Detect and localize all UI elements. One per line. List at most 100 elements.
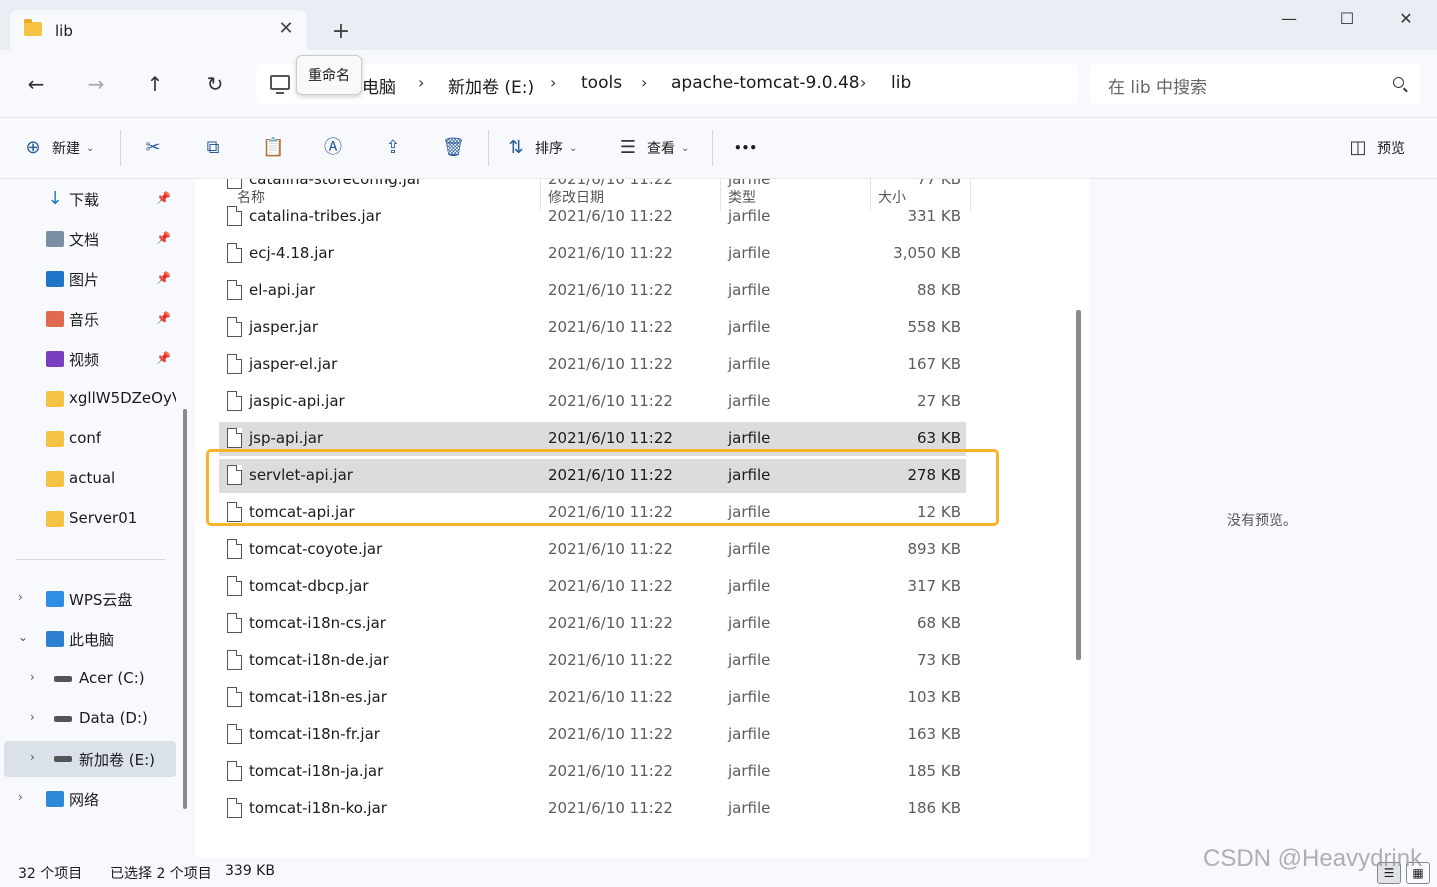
file-row[interactable]: tomcat-coyote.jar 2021/6/10 11:22 jarfile 8… (219, 533, 966, 567)
more-button[interactable]: ••• (734, 135, 757, 161)
file-type: jarfile (728, 762, 771, 780)
file-row[interactable]: servlet-api.jar 2021/6/10 11:22 jarfile 278… (219, 459, 966, 493)
file-row[interactable]: tomcat-i18n-fr.jar 2021/6/10 11:22 jarfile… (219, 718, 966, 752)
file-row[interactable]: tomcat-i18n-ja.jar 2021/6/10 11:22 jarfile… (219, 755, 966, 789)
file-row[interactable]: tomcat-dbcp.jar 2021/6/10 11:22 jarfile 317… (219, 570, 966, 604)
sidebar-item-drive-c[interactable]: › Acer (C:) (4, 661, 176, 697)
sidebar-item-server01[interactable]: Server01 (4, 501, 176, 537)
chevron-right-icon[interactable]: › (550, 73, 556, 92)
sidebar-item-actual[interactable]: actual (4, 461, 176, 497)
file-type: jarfile (728, 207, 771, 225)
search-box[interactable]: 在 lib 中搜索 (1090, 64, 1420, 104)
file-icon (227, 502, 242, 522)
file-row[interactable]: jasper-el.jar 2021/6/10 11:22 jarfile 167 K… (219, 348, 966, 382)
breadcrumb-drive-e[interactable]: 新加卷 (E:) (448, 73, 534, 98)
pin-icon[interactable]: 📌 (156, 231, 171, 245)
sidebar-item-label: xgllW5DZeOyV (69, 389, 176, 407)
file-list-scrollbar[interactable] (1076, 310, 1081, 660)
view-button[interactable]: ☰ 查看 ⌄ (617, 135, 689, 161)
chevron-down-icon[interactable]: ⌄ (18, 630, 28, 644)
cut-button[interactable]: ✂ (142, 135, 164, 161)
file-row[interactable]: jaspic-api.jar 2021/6/10 11:22 jarfile 27 K… (219, 385, 966, 419)
file-type: jarfile (728, 614, 771, 632)
back-button[interactable]: ← (20, 68, 52, 100)
file-row[interactable]: tomcat-i18n-ko.jar 2021/6/10 11:22 jarfile… (219, 792, 966, 826)
chevron-right-icon[interactable]: › (418, 73, 424, 92)
refresh-button[interactable]: ↻ (199, 68, 231, 100)
chevron-right-icon[interactable]: › (30, 670, 35, 684)
tab-lib[interactable]: lib ✕ (10, 10, 307, 50)
file-row[interactable]: tomcat-i18n-cs.jar 2021/6/10 11:22 jarfile… (219, 607, 966, 641)
file-row[interactable]: tomcat-api.jar 2021/6/10 11:22 jarfile 12 K… (219, 496, 966, 530)
sidebar-item-this-pc[interactable]: ⌄ 此电脑 (4, 621, 176, 657)
sidebar-item-drive-d[interactable]: › Data (D:) (4, 701, 176, 737)
delete-button[interactable]: 🗑 (442, 135, 465, 161)
file-row[interactable]: catalina-tribes.jar 2021/6/10 11:22 jarfil… (219, 200, 966, 234)
pin-icon[interactable]: 📌 (156, 191, 171, 205)
file-row[interactable]: el-api.jar 2021/6/10 11:22 jarfile 88 KB (219, 274, 966, 308)
sidebar-item-conf[interactable]: conf (4, 421, 176, 457)
sidebar-item-documents[interactable]: 文档 📌 (4, 221, 176, 257)
file-row[interactable]: ecj-4.18.jar 2021/6/10 11:22 jarfile 3,050 … (219, 237, 966, 271)
sidebar-item-label: 网络 (69, 791, 100, 809)
sidebar-item-label: 新加卷 (E:) (79, 751, 156, 769)
sidebar-item-drive-e[interactable]: › 新加卷 (E:) (4, 741, 176, 777)
up-button[interactable]: ↑ (139, 68, 171, 100)
tab-close-icon[interactable]: ✕ (275, 18, 297, 40)
file-date: 2021/6/10 11:22 (548, 318, 673, 336)
forward-button[interactable]: → (80, 68, 112, 100)
column-divider[interactable] (970, 179, 971, 211)
sidebar-item-xgll-folder[interactable]: xgllW5DZeOyV (4, 381, 176, 417)
rename-button[interactable]: Ⓐ (322, 135, 344, 161)
minimize-button[interactable]: — (1266, 8, 1312, 32)
selection-size: 339 KB (225, 863, 275, 879)
file-row[interactable]: tomcat-i18n-es.jar 2021/6/10 11:22 jarfile… (219, 681, 966, 715)
paste-button[interactable]: 📋 (262, 135, 284, 161)
drive-icon (54, 676, 72, 682)
sidebar-item-downloads[interactable]: ↓ 下载 📌 (4, 181, 176, 217)
sidebar-scrollbar[interactable] (183, 409, 187, 809)
file-name: tomcat-i18n-ko.jar (249, 799, 387, 817)
chevron-right-icon[interactable]: › (860, 73, 866, 92)
sidebar-item-videos[interactable]: 视频 📌 (4, 341, 176, 377)
maximize-button[interactable]: ☐ (1324, 8, 1370, 32)
chevron-right-icon[interactable]: › (18, 790, 23, 804)
new-tab-button[interactable]: + (328, 19, 354, 45)
file-name: servlet-api.jar (249, 466, 353, 484)
close-button[interactable]: ✕ (1383, 8, 1429, 32)
breadcrumb-this-pc[interactable]: 电脑 (362, 73, 396, 98)
sort-button[interactable]: ⇅ 排序 ⌄ (505, 135, 577, 161)
breadcrumb-tools[interactable]: tools (581, 73, 622, 93)
file-name: jsp-api.jar (249, 429, 324, 447)
new-button[interactable]: ⊕ 新建 ⌄ (22, 135, 94, 161)
copy-button[interactable]: ⧉ (202, 135, 224, 161)
music-icon (46, 311, 64, 327)
breadcrumb-lib[interactable]: lib (891, 73, 911, 93)
sidebar-item-music[interactable]: 音乐 📌 (4, 301, 176, 337)
file-type: jarfile (728, 577, 771, 595)
share-button[interactable]: ⇪ (382, 135, 404, 161)
chevron-right-icon[interactable]: › (30, 710, 35, 724)
pin-icon[interactable]: 📌 (156, 311, 171, 325)
search-icon[interactable] (1393, 77, 1404, 88)
chevron-right-icon[interactable]: › (641, 73, 647, 92)
pin-icon[interactable]: 📌 (156, 271, 171, 285)
sidebar-item-pictures[interactable]: 图片 📌 (4, 261, 176, 297)
chevron-right-icon[interactable]: › (30, 750, 35, 764)
chevron-right-icon[interactable]: › (18, 590, 23, 604)
download-icon: ↓ (47, 188, 63, 209)
address-bar[interactable]: 电脑 › 新加卷 (E:) › tools › apache-tomcat-9.… (256, 64, 1078, 104)
file-row[interactable]: tomcat-i18n-de.jar 2021/6/10 11:22 jarfile… (219, 644, 966, 678)
file-row[interactable]: catalina-storeconfig.jar 2021/6/10 11:22 j… (219, 179, 966, 197)
preview-pane-button[interactable]: ◫ 预览 (1347, 135, 1405, 161)
file-row[interactable]: jsp-api.jar 2021/6/10 11:22 jarfile 63 KB (219, 422, 966, 456)
file-name: tomcat-i18n-es.jar (249, 688, 387, 706)
file-name: ecj-4.18.jar (249, 244, 334, 262)
sidebar-item-network[interactable]: › 网络 (4, 781, 176, 817)
sidebar-item-wps-cloud[interactable]: › WPS云盘 (4, 581, 176, 617)
file-type: jarfile (728, 392, 771, 410)
pin-icon[interactable]: 📌 (156, 351, 171, 365)
file-row[interactable]: jasper.jar 2021/6/10 11:22 jarfile 558 KB (219, 311, 966, 345)
file-size: 893 KB (907, 540, 961, 558)
breadcrumb-tomcat[interactable]: apache-tomcat-9.0.48 (671, 73, 860, 93)
